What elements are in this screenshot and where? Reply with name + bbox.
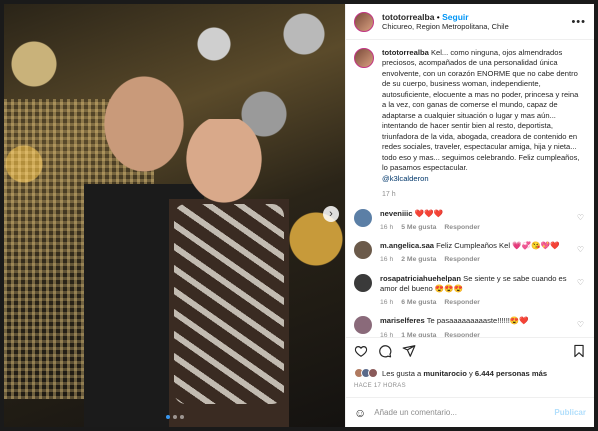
caption-username[interactable]: tototorrealba <box>382 48 429 57</box>
comment-likes[interactable]: 6 Me gusta <box>401 298 436 307</box>
post-photo[interactable]: › <box>4 4 345 427</box>
reply-button[interactable]: Responder <box>444 255 480 264</box>
comment-input[interactable] <box>374 408 555 417</box>
publish-button[interactable]: Publicar <box>554 408 586 417</box>
next-arrow-icon[interactable]: › <box>323 206 339 222</box>
comments-scroll-area[interactable]: tototorrealba Kel... como ninguna, ojos … <box>346 40 594 337</box>
carousel-dot <box>179 415 184 419</box>
commenter-avatar[interactable] <box>354 241 372 260</box>
action-icons <box>354 344 586 362</box>
comment-list: neveniiic ❤️❤️❤️ 16 h 5 Me gusta Responder ♡… <box>354 208 584 337</box>
comment-item: rosapatriciahuehelpan Se siente y se sab… <box>354 273 584 308</box>
share-icon[interactable] <box>402 344 416 363</box>
emoji-icon[interactable]: ☺ <box>354 406 366 420</box>
likes-prefix: Les gusta a <box>382 368 424 378</box>
carousel-dot <box>172 415 177 419</box>
liker-avatar <box>368 368 378 378</box>
post-caption: tototorrealba Kel... como ninguna, ojos … <box>354 48 584 200</box>
bookmark-icon[interactable] <box>572 344 586 363</box>
author-avatar[interactable] <box>354 11 374 32</box>
carousel-dot <box>165 415 170 419</box>
header-separator: • <box>434 11 443 22</box>
post-header: tototorrealba • Seguir Chicureo, Region … <box>346 4 594 40</box>
caption-text: Kel... como ninguna, ojos almendrados pr… <box>382 48 580 173</box>
post-timestamp[interactable]: HACE 17 HORAS <box>354 383 586 389</box>
comment-time: 16 h <box>380 224 394 231</box>
likes-summary: Les gusta a munitarocio y 6.444 personas… <box>354 368 586 378</box>
caption-avatar[interactable] <box>354 48 374 68</box>
post-window: › tototorrealba • Seguir Chicureo, Regio… <box>4 4 594 427</box>
comment-time: 16 h <box>380 299 394 307</box>
comment-likes[interactable]: 1 Me gusta <box>401 331 436 337</box>
comment-item: neveniiic ❤️❤️❤️ 16 h 5 Me gusta Responder ♡ <box>354 208 584 232</box>
reply-button[interactable]: Responder <box>444 223 480 232</box>
commenter-username[interactable]: mariselferes <box>380 316 425 325</box>
add-comment-bar: ☺ Publicar <box>346 397 594 427</box>
comment-heart-icon[interactable]: ♡ <box>577 213 584 222</box>
comment-likes[interactable]: 5 Me gusta <box>401 223 436 232</box>
follow-button[interactable]: Seguir <box>442 12 468 22</box>
reply-button[interactable]: Responder <box>444 331 480 337</box>
commenter-avatar[interactable] <box>354 208 372 227</box>
reply-button[interactable]: Responder <box>444 298 480 307</box>
commenter-username[interactable]: rosapatriciahuehelpan <box>380 274 461 283</box>
comment-item: m.angelica.saa Feliz Cumpleaños Kel 💗💞😘💖… <box>354 241 584 264</box>
post-actions: Les gusta a munitarocio y 6.444 personas… <box>346 337 594 389</box>
dress-pattern <box>174 204 284 404</box>
commenter-avatar[interactable] <box>354 273 372 292</box>
likes-count[interactable]: 6.444 personas más <box>475 369 547 378</box>
heart-icon[interactable] <box>354 344 368 363</box>
likes-middle: y <box>466 368 475 378</box>
comment-heart-icon[interactable]: ♡ <box>577 245 584 254</box>
comment-text: ❤️❤️❤️ <box>412 208 443 218</box>
likes-first-user[interactable]: munitarocio <box>423 369 466 378</box>
comment-item: mariselferes Te pasaaaaaaaaaste!!!!!!😍❤️… <box>354 316 584 337</box>
commenter-username[interactable]: neveniiic <box>380 209 413 218</box>
caption-mention[interactable]: @k3lcalderon <box>382 174 584 184</box>
comment-time: 16 h <box>380 331 394 337</box>
comment-heart-icon[interactable]: ♡ <box>577 278 584 287</box>
author-username[interactable]: tototorrealba <box>382 12 434 22</box>
comment-icon[interactable] <box>378 344 392 363</box>
comment-likes[interactable]: 2 Me gusta <box>401 255 436 264</box>
post-side-panel: tototorrealba • Seguir Chicureo, Region … <box>345 4 594 427</box>
commenter-username[interactable]: m.angelica.saa <box>380 241 434 250</box>
comment-text: Te pasaaaaaaaaaste!!!!!!😍❤️ <box>424 316 529 326</box>
commenter-avatar[interactable] <box>354 316 372 335</box>
more-icon[interactable]: ••• <box>571 16 586 28</box>
comment-heart-icon[interactable]: ♡ <box>577 320 584 329</box>
caption-time: 17 h <box>382 191 396 199</box>
comment-time: 16 h <box>380 256 394 264</box>
carousel-dots <box>4 415 345 419</box>
comment-text: Feliz Cumpleaños Kel 💗💞😘💖❤️ <box>434 241 560 251</box>
post-location[interactable]: Chicureo, Region Metropolitana, Chile <box>382 22 509 31</box>
